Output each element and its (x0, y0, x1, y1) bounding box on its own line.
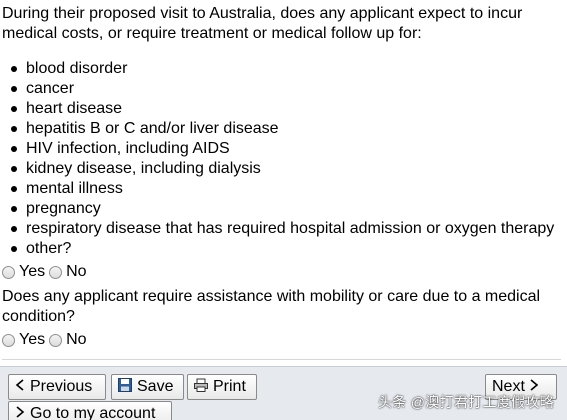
list-item: heart disease (0, 99, 554, 119)
save-button[interactable]: Save (111, 374, 184, 400)
bullet-icon (11, 126, 17, 132)
list-item: pregnancy (0, 199, 554, 219)
chevron-left-icon (15, 378, 25, 396)
bullet-icon (11, 86, 17, 92)
medical-costs-no-radio[interactable] (49, 265, 63, 279)
condition-list: blood disorder cancer heart disease hepa… (0, 59, 554, 259)
yes-label[interactable]: Yes (19, 330, 45, 350)
yes-label[interactable]: Yes (19, 262, 45, 282)
print-label: Print (213, 378, 246, 395)
bullet-icon (11, 166, 17, 172)
medical-costs-yes-radio[interactable] (2, 265, 15, 279)
printer-icon (194, 378, 208, 397)
bullet-icon (11, 226, 17, 232)
list-item: HIV infection, including AIDS (0, 139, 554, 159)
no-label[interactable]: No (66, 262, 86, 282)
watermark: 头条 @澳打君打工度假攻略 (378, 394, 555, 410)
bullet-icon (11, 206, 17, 212)
list-item: mental illness (0, 179, 554, 199)
chevron-right-icon (15, 405, 25, 420)
go-to-account-button[interactable]: Go to my account (8, 401, 172, 420)
account-label: Go to my account (30, 405, 156, 420)
list-item: kidney disease, including dialysis (0, 159, 554, 179)
bullet-icon (11, 246, 17, 252)
mobility-radio-group: Yes No (2, 330, 91, 350)
floppy-disk-icon (118, 377, 132, 397)
list-item: hepatitis B or C and/or liver disease (0, 119, 554, 139)
list-item: respiratory disease that has required ho… (0, 219, 554, 239)
save-label: Save (137, 378, 174, 395)
question-mobility-assistance: Does any applicant require assistance wi… (2, 288, 541, 325)
previous-button[interactable]: Previous (8, 374, 106, 400)
previous-label: Previous (30, 378, 93, 395)
divider (2, 359, 561, 360)
list-item: other? (0, 239, 554, 259)
bullet-icon (11, 106, 17, 112)
medical-costs-radio-group: Yes No (2, 262, 91, 282)
print-button[interactable]: Print (187, 374, 257, 400)
mobility-yes-radio[interactable] (2, 333, 15, 347)
list-item: cancer (0, 79, 554, 99)
question-medical-costs: During their proposed visit to Australia… (2, 5, 523, 42)
bullet-icon (11, 66, 17, 72)
bullet-icon (11, 186, 17, 192)
bullet-icon (11, 146, 17, 152)
no-label[interactable]: No (66, 330, 86, 350)
list-item: blood disorder (0, 59, 554, 79)
mobility-no-radio[interactable] (49, 333, 63, 347)
